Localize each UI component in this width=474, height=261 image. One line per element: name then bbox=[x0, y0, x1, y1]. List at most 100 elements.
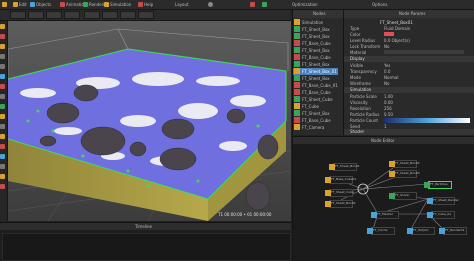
prop-value[interactable]: No bbox=[384, 44, 389, 49]
graph-node[interactable]: FT_Output bbox=[407, 227, 435, 235]
prop-value[interactable]: Normal bbox=[384, 75, 398, 80]
particle-icon[interactable] bbox=[0, 104, 5, 109]
rotate-icon[interactable] bbox=[0, 34, 5, 39]
viewport[interactable]: Single View bbox=[8, 21, 291, 221]
outliner-list: Simulation FT_Sheet_Box FT_Sheet_Box FT_… bbox=[293, 19, 343, 135]
record-icon[interactable] bbox=[208, 2, 213, 7]
snap-tool-button[interactable] bbox=[84, 11, 100, 19]
prop-value[interactable]: 1.00 bbox=[384, 94, 393, 99]
menu-item-layout[interactable]: Layout bbox=[175, 2, 189, 7]
graph-node[interactable]: FT_Sheet_Box02 bbox=[389, 160, 420, 168]
daemon-icon[interactable] bbox=[0, 84, 5, 89]
cube-icon[interactable] bbox=[0, 54, 5, 59]
camera-tool-button[interactable] bbox=[102, 11, 118, 19]
camera-icon[interactable] bbox=[0, 124, 5, 129]
collider-icon[interactable] bbox=[0, 144, 5, 149]
list-item[interactable]: FT_Sheet_Box bbox=[293, 47, 338, 54]
light-icon[interactable] bbox=[0, 134, 5, 139]
sphere-icon[interactable] bbox=[0, 64, 5, 69]
node-type-icon bbox=[294, 124, 300, 130]
list-item[interactable]: FT_Base_Cube bbox=[293, 89, 338, 96]
prop-value[interactable]: 0.0 Object(s) bbox=[384, 38, 410, 43]
menu-item-objects[interactable]: Objects bbox=[36, 2, 51, 7]
list-item[interactable]: FT_Base_Cube bbox=[293, 40, 338, 47]
prop-label: Wireframe bbox=[350, 81, 371, 86]
list-item[interactable]: Simulation bbox=[293, 19, 338, 26]
list-item[interactable]: FT_Base_Cube bbox=[293, 54, 338, 61]
script-icon[interactable] bbox=[0, 174, 5, 179]
move-tool-button[interactable] bbox=[28, 11, 44, 19]
section-header[interactable]: Shader bbox=[344, 129, 474, 135]
graph-node[interactable]: FT_Sheet_Box04 bbox=[325, 200, 356, 208]
prop-value[interactable]: 0.00 bbox=[384, 100, 393, 105]
graph-node[interactable]: FT_Sheet_Box03 bbox=[389, 170, 420, 178]
graph-node[interactable]: FT_Mesher bbox=[371, 211, 399, 219]
list-item-selected[interactable]: FT_Sheet_Box_01 bbox=[293, 68, 338, 75]
selected-node-name: FT_Sheet_Box01 bbox=[380, 20, 413, 25]
list-item[interactable]: FT_Sheet_Box bbox=[293, 26, 338, 33]
scale-icon[interactable] bbox=[0, 44, 5, 49]
color-swatch[interactable] bbox=[384, 32, 394, 36]
simulation-menu-icon[interactable] bbox=[104, 2, 109, 7]
graph-node[interactable]: FT_Sheet_Cube bbox=[325, 189, 354, 197]
light-tool-button[interactable] bbox=[120, 11, 136, 19]
select-tool-button[interactable] bbox=[10, 11, 26, 19]
prop-value[interactable]: No bbox=[384, 81, 389, 86]
graph-node-selected[interactable]: FT_Particles bbox=[424, 181, 452, 189]
list-item[interactable]: FT_Sheet_Cube bbox=[293, 96, 338, 103]
prop-value[interactable]: Fluid Domain bbox=[384, 26, 410, 31]
node-editor-title: Node Editor bbox=[371, 138, 395, 143]
timeline-track[interactable] bbox=[2, 233, 291, 261]
force-icon[interactable] bbox=[0, 114, 5, 119]
gradient-ramp[interactable] bbox=[384, 118, 470, 123]
prop-value[interactable]: Yes bbox=[384, 63, 390, 68]
animations-menu-icon[interactable] bbox=[60, 2, 65, 7]
menu-item-options[interactable]: Options bbox=[372, 2, 387, 7]
objects-menu-icon[interactable] bbox=[30, 2, 35, 7]
edit-menu-icon[interactable] bbox=[13, 2, 18, 7]
graph-node[interactable]: FT_Cache bbox=[367, 227, 395, 235]
list-item[interactable]: FT_Base_Cube_01 bbox=[293, 82, 338, 89]
fluid-icon[interactable] bbox=[0, 154, 5, 159]
export-icon[interactable] bbox=[0, 164, 5, 169]
help-menu-icon[interactable] bbox=[138, 2, 143, 7]
prop-value[interactable]: 0.50 bbox=[384, 112, 393, 117]
scale-tool-button[interactable] bbox=[64, 11, 80, 19]
graph-node[interactable]: FT_Solver bbox=[389, 192, 417, 200]
list-item[interactable]: FT_Sheet_Box bbox=[293, 75, 338, 82]
menu-item-simulation[interactable]: Simulation bbox=[110, 2, 131, 7]
material-field[interactable] bbox=[384, 50, 464, 54]
graph-node[interactable]: FT_Base_Cube01 bbox=[325, 176, 356, 184]
rotate-tool-button[interactable] bbox=[46, 11, 62, 19]
menu-item-help[interactable]: Help bbox=[144, 2, 153, 7]
prop-label: Level Radius bbox=[350, 38, 376, 43]
graph-node[interactable]: FT_Sheet_Box01 bbox=[329, 163, 360, 171]
move-icon[interactable] bbox=[0, 24, 5, 29]
render-tool-button[interactable] bbox=[138, 11, 154, 19]
list-item[interactable]: FT_Cube bbox=[293, 103, 338, 110]
settings-icon[interactable] bbox=[0, 184, 5, 189]
rendering-menu-icon[interactable] bbox=[83, 2, 88, 7]
graph-node[interactable]: FT_Cube_01 bbox=[427, 211, 455, 219]
list-item[interactable]: FT_Camera bbox=[293, 124, 338, 131]
prop-value[interactable]: 256 bbox=[384, 106, 392, 111]
list-item[interactable]: FT_Sheet_Box bbox=[293, 33, 338, 40]
list-item[interactable]: FT_Sheet_Box bbox=[293, 110, 338, 117]
menu-item-optimization[interactable]: Optimization bbox=[292, 2, 318, 7]
menu-bar: Edit Objects Animations Rendering Simula… bbox=[0, 0, 474, 10]
list-item[interactable]: FT_Base_Cube bbox=[293, 117, 338, 124]
section-header[interactable]: Simulation bbox=[344, 87, 474, 93]
play-icon[interactable] bbox=[262, 2, 267, 7]
menu-item-edit[interactable]: Edit bbox=[19, 2, 27, 7]
emitter-icon[interactable] bbox=[0, 74, 5, 79]
stop-icon[interactable] bbox=[250, 2, 255, 7]
prop-value[interactable]: 0.0 bbox=[384, 69, 390, 74]
mesh-icon[interactable] bbox=[0, 94, 5, 99]
node-editor-panel[interactable]: Node Editor FT_Sheet_Box01 FT_Sheet_Box0… bbox=[292, 136, 474, 261]
outliner-panel: Nodes Simulation FT_Sheet_Box FT_Sheet_B… bbox=[292, 10, 343, 135]
timeline-panel[interactable]: Timeline bbox=[0, 222, 291, 261]
graph-node[interactable]: FT_Sheet_Render bbox=[427, 197, 459, 205]
section-header[interactable]: Display bbox=[344, 56, 474, 62]
graph-node[interactable]: FT_Render01 bbox=[439, 227, 467, 235]
list-item[interactable]: FT_Sheet_Box bbox=[293, 61, 338, 68]
